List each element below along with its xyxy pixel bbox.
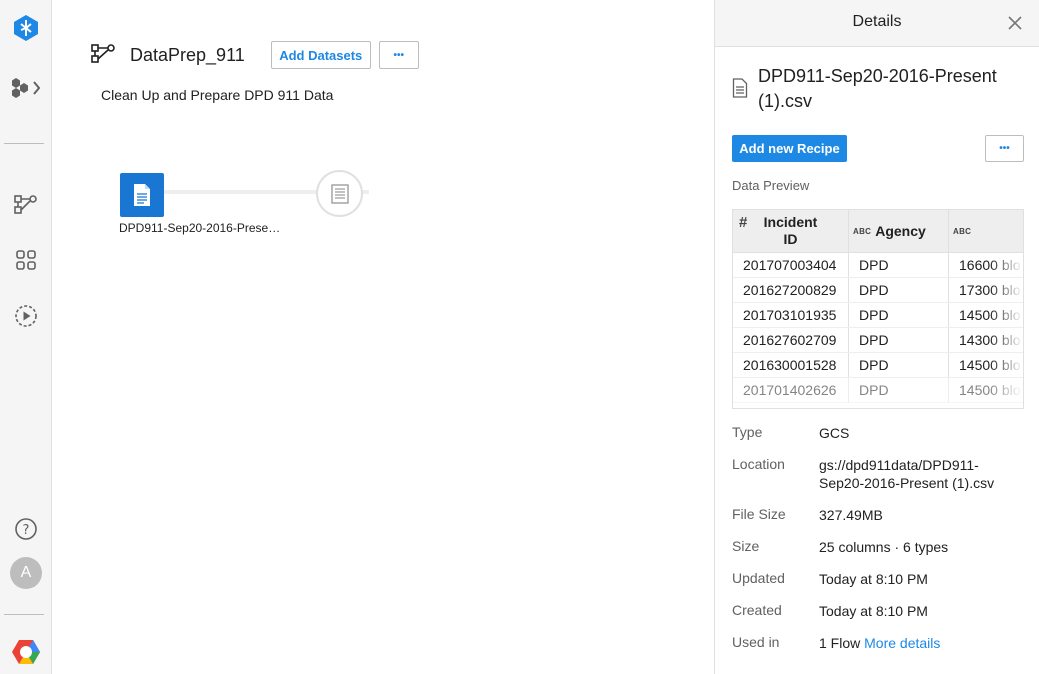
- details-title: Details: [852, 13, 902, 30]
- table-cell: 14500 blo: [959, 357, 1021, 373]
- column-header-incident-id: # Incident ID: [733, 210, 849, 252]
- meta-value: 327.49MB: [819, 507, 883, 523]
- close-icon[interactable]: [1005, 13, 1025, 33]
- table-cell: 201627602709: [733, 328, 849, 352]
- meta-location: Location gs://dpd911data/DPD911-Sep20-20…: [732, 456, 1004, 492]
- meta-label: Updated: [732, 570, 785, 586]
- svg-text:?: ?: [23, 523, 30, 538]
- meta-value: GCS: [819, 425, 850, 441]
- meta-type: Type GCS: [732, 424, 1019, 442]
- table-cell: 201701402626: [733, 378, 849, 402]
- table-cell: 16600 blo: [959, 257, 1021, 273]
- meta-file-size: File Size 327.49MB: [732, 506, 1019, 524]
- nav-divider-bottom: [4, 614, 44, 615]
- add-new-recipe-button[interactable]: Add new Recipe: [732, 135, 847, 162]
- table-cell: DPD: [849, 353, 949, 377]
- meta-label: Used in: [732, 634, 780, 650]
- table-cell: DPD: [849, 278, 949, 302]
- flow-more-button[interactable]: •••: [378, 41, 419, 69]
- google-cloud-logo-icon[interactable]: [0, 632, 52, 672]
- more-details-link[interactable]: More details: [864, 635, 940, 651]
- add-datasets-button[interactable]: Add Datasets: [270, 41, 371, 69]
- meta-value: 25 columns · 6 types: [819, 539, 949, 555]
- file-icon: [134, 184, 150, 206]
- file-heading: DPD911-Sep20-2016-Present (1).csv: [732, 64, 1018, 114]
- table-cell: DPD: [849, 253, 949, 277]
- details-more-button[interactable]: •••: [985, 135, 1024, 162]
- jobs-play-icon[interactable]: [0, 296, 52, 336]
- data-preview-table[interactable]: # Incident ID ABC Agency ABC 20170700340…: [732, 209, 1024, 409]
- preview-header-row: # Incident ID ABC Agency ABC: [733, 210, 1023, 253]
- table-cell: 201630001528: [733, 353, 849, 377]
- table-row: 201630001528 DPD 14500 blo: [733, 353, 1023, 378]
- table-row: 201703101935 DPD 14500 blo: [733, 303, 1023, 328]
- flow-description: Clean Up and Prepare DPD 911 Data: [101, 87, 334, 103]
- table-row: 201627602709 DPD 14300 blo: [733, 328, 1023, 353]
- meta-used-in: Used in 1 Flow More details: [732, 634, 1019, 652]
- dataprep-logo-icon[interactable]: [0, 8, 52, 48]
- table-cell: 201707003404: [733, 253, 849, 277]
- table-cell: 14500 blo: [959, 382, 1021, 398]
- data-preview-label: Data Preview: [732, 178, 810, 193]
- flow-title: DataPrep_911: [130, 44, 245, 65]
- file-icon: [732, 78, 748, 114]
- string-type-icon: ABC: [953, 226, 972, 236]
- meta-value: Today at 8:10 PM: [819, 603, 928, 619]
- flow-icon: [90, 42, 118, 69]
- flows-icon[interactable]: [0, 184, 52, 224]
- string-type-icon: ABC: [853, 226, 872, 236]
- meta-label: Type: [732, 424, 763, 440]
- table-cell: 14500 blo: [959, 307, 1021, 323]
- meta-size: Size 25 columns · 6 types: [732, 538, 1019, 556]
- avatar: A: [10, 557, 42, 589]
- numeric-type-icon: #: [739, 214, 748, 231]
- column-header-third: ABC: [949, 210, 1023, 252]
- column-header-label: Incident ID: [763, 214, 818, 247]
- table-cell: DPD: [849, 378, 949, 402]
- table-row: 201627200829 DPD 17300 blo: [733, 278, 1023, 303]
- column-header-agency: ABC Agency: [849, 210, 949, 252]
- dataset-node-label[interactable]: DPD911-Sep20-2016-Present (1).csv: [119, 221, 284, 235]
- details-header: Details: [715, 0, 1039, 47]
- meta-updated: Updated Today at 8:10 PM: [732, 570, 1019, 588]
- recipe-icon: [330, 183, 349, 204]
- meta-created: Created Today at 8:10 PM: [732, 602, 1019, 620]
- details-panel: Details DPD911-Sep20-2016-Present (1).cs…: [714, 0, 1039, 674]
- flow-canvas: DataPrep_911 Add Datasets ••• Clean Up a…: [52, 0, 714, 674]
- meta-value: gs://dpd911data/DPD911-Sep20-2016-Presen…: [819, 457, 995, 491]
- used-in-count: 1 Flow: [819, 635, 861, 651]
- flow-header: DataPrep_911 Add Datasets •••: [90, 41, 419, 69]
- user-avatar-button[interactable]: A: [0, 553, 52, 593]
- help-icon[interactable]: ?: [0, 509, 52, 549]
- table-cell: 201627200829: [733, 278, 849, 302]
- dataset-node[interactable]: [120, 173, 164, 217]
- apps-grid-icon[interactable]: [0, 240, 52, 280]
- file-name: DPD911-Sep20-2016-Present (1).csv: [758, 66, 997, 111]
- meta-label: File Size: [732, 506, 786, 522]
- datasets-menu-icon[interactable]: [0, 68, 52, 108]
- meta-label: Location: [732, 456, 785, 472]
- nav-divider: [4, 143, 44, 144]
- left-nav-rail: ? A: [0, 0, 52, 674]
- meta-label: Size: [732, 538, 760, 554]
- meta-value: Today at 8:10 PM: [819, 571, 928, 587]
- table-cell: DPD: [849, 328, 949, 352]
- table-cell: 14300 blo: [959, 332, 1021, 348]
- table-row: 201701402626 DPD 14500 blo: [733, 378, 1023, 403]
- meta-value: 1 Flow More details: [819, 634, 1019, 652]
- meta-label: Created: [732, 602, 782, 618]
- table-row: 201707003404 DPD 16600 blo: [733, 253, 1023, 278]
- table-cell: DPD: [849, 303, 949, 327]
- table-cell: 201703101935: [733, 303, 849, 327]
- table-cell: 17300 blo: [959, 282, 1021, 298]
- recipe-node[interactable]: [316, 170, 363, 217]
- column-header-label: Agency: [875, 223, 926, 239]
